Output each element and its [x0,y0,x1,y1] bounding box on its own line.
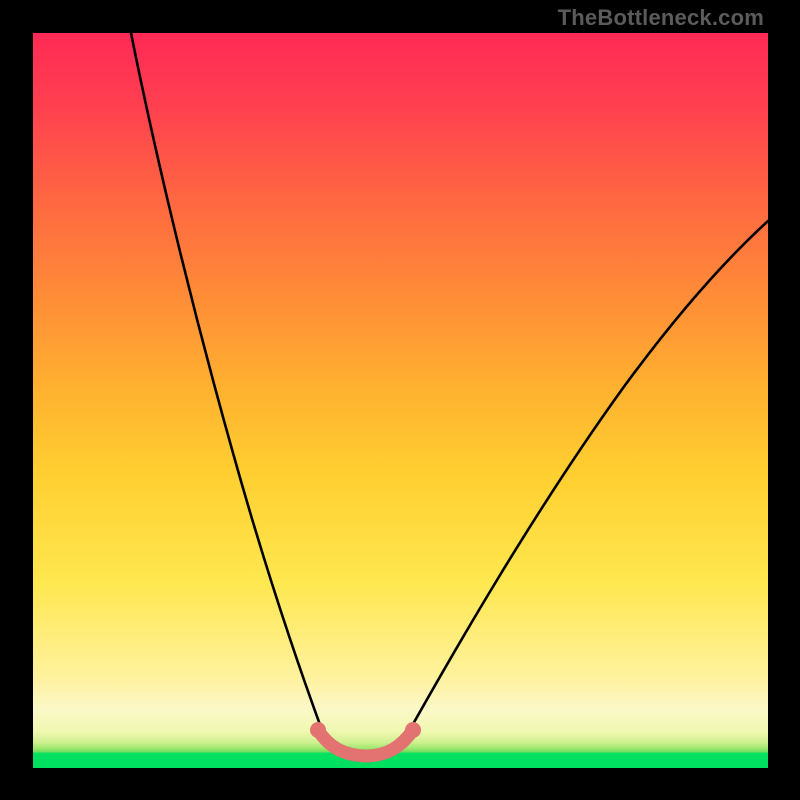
trough-segment [318,730,413,756]
watermark-text: TheBottleneck.com [558,5,764,31]
trough-start-dot [310,722,326,738]
chart-frame: TheBottleneck.com [0,0,800,800]
curves-svg [33,33,768,768]
plot-area [33,33,768,768]
trough-end-dot [405,722,421,738]
left-curve [131,33,323,733]
right-curve [408,221,768,733]
